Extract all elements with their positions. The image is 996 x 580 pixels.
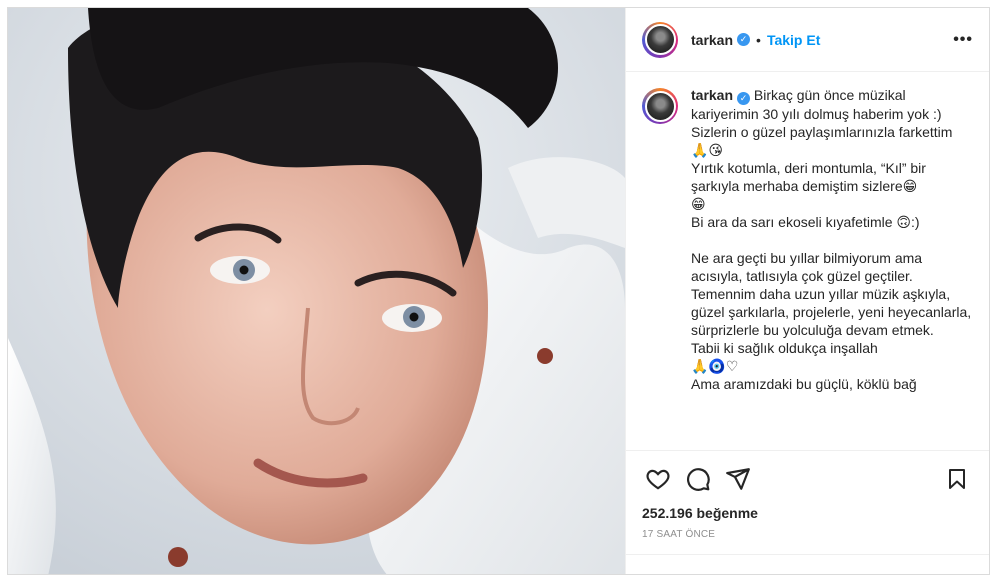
verified-badge-icon: ✓ [737, 33, 751, 46]
caption-area: tarkan ✓ Birkaç gün önce müzikal kariyeri… [626, 72, 989, 450]
caption: tarkan ✓ Birkaç gün önce müzikal kariyeri… [691, 86, 973, 450]
verified-badge-icon: ✓ [737, 91, 751, 105]
post-photo[interactable] [8, 8, 625, 574]
follow-button[interactable]: Takip Et [767, 32, 820, 48]
comment-icon[interactable] [678, 459, 718, 499]
username-link[interactable]: tarkan [691, 32, 733, 48]
post-sidebar: tarkan ✓ • Takip Et ••• tarkan ✓ Birkaç g… [625, 8, 989, 574]
post-header: tarkan ✓ • Takip Et ••• [626, 8, 989, 72]
heart-icon[interactable] [638, 459, 678, 499]
caption-avatar[interactable] [642, 88, 678, 124]
avatar-image [644, 24, 676, 55]
caption-text: Birkaç gün önce müzikal kariyerimin 30 y… [691, 87, 972, 392]
avatar[interactable] [642, 21, 678, 58]
comment-bar [626, 554, 989, 574]
actions-section: 252.196 beğenme 17 saat önce [626, 450, 989, 540]
share-icon[interactable] [718, 459, 758, 499]
timestamp[interactable]: 17 saat önce [638, 521, 977, 540]
likes-count[interactable]: 252.196 beğenme [638, 499, 977, 521]
action-icons [638, 459, 977, 499]
bookmark-icon[interactable] [937, 459, 977, 499]
more-options-icon[interactable]: ••• [953, 31, 973, 49]
separator: • [756, 31, 761, 48]
avatar-image [644, 90, 676, 122]
instagram-post: tarkan ✓ • Takip Et ••• tarkan ✓ Birkaç g… [7, 7, 990, 575]
caption-username[interactable]: tarkan [691, 87, 733, 103]
portrait-image [8, 8, 625, 574]
